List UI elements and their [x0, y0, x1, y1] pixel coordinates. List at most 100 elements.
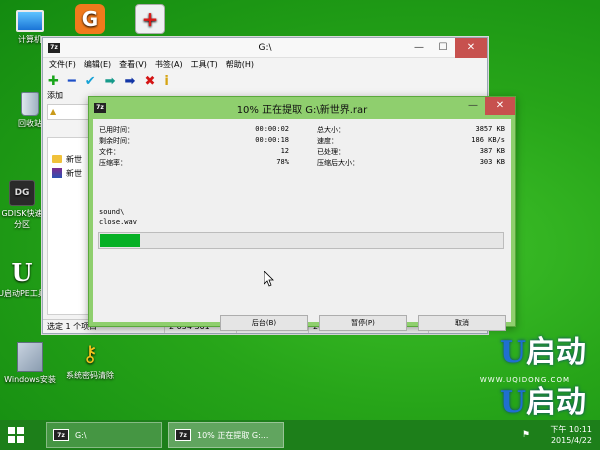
desktop-icon-label: 计算机: [18, 35, 42, 44]
u-boot-icon: U: [11, 258, 33, 287]
add-icon[interactable]: ✚: [48, 74, 59, 89]
dialog-title: 10% 正在提取 G:\新世界.rar: [236, 104, 368, 116]
start-button[interactable]: [8, 427, 24, 443]
stat-row: 已用时间： 00:00:02 总大小： 3857 KB: [99, 125, 509, 136]
taskbar-item-file-manager[interactable]: 7z G:\: [46, 422, 162, 448]
title-bar[interactable]: 7z G:\ — ☐ ✕: [43, 38, 487, 58]
brand-text: 启动: [526, 335, 586, 370]
desktop-icon-label: Windows安装: [4, 375, 56, 384]
brand-site: WWW.UQIDONG.COM: [479, 376, 570, 384]
menu-bookmarks[interactable]: 书签(A): [155, 58, 183, 72]
diskgenius-icon: G: [75, 4, 105, 34]
taskbar-item-label: 10% 正在提取 G:...: [197, 430, 269, 440]
desktop-icon-label: 系统密码清除: [66, 371, 114, 380]
background-button[interactable]: 后台(B): [220, 315, 308, 331]
desktop-icon-upe-tools[interactable]: U U启动PE工具: [0, 260, 46, 299]
current-folder: sound\: [99, 208, 125, 216]
dialog-window-controls: — ✕: [461, 97, 515, 117]
desktop-icon-password-clear[interactable]: ⚷ 系统密码清除: [58, 342, 122, 381]
desktop-icon-toolkit[interactable]: +: [118, 4, 182, 36]
menu-view[interactable]: 查看(V): [119, 58, 147, 72]
brand-text: 启动: [526, 385, 586, 420]
windows-logo-icon: [8, 427, 15, 434]
clock-date: 2015/4/22: [550, 436, 592, 445]
desktop-icon-label: GDISK快速分区: [1, 209, 43, 229]
delete-icon[interactable]: ✖: [144, 74, 155, 89]
ratio-value: 78%: [276, 158, 289, 166]
item-name: 新世: [66, 154, 82, 164]
windows-install-icon: [17, 342, 43, 372]
processed-value: 387 KB: [479, 147, 505, 155]
gdisk-icon: DG: [9, 180, 35, 206]
7zip-icon: 7z: [175, 429, 191, 441]
close-button[interactable]: ✕: [455, 38, 487, 58]
minimize-button[interactable]: —: [461, 97, 485, 115]
maximize-button[interactable]: ☐: [431, 38, 455, 58]
pause-button[interactable]: 暂停(P): [319, 315, 407, 331]
brand-u-mark: U: [499, 385, 526, 420]
test-icon[interactable]: ✔: [85, 74, 96, 89]
dialog-body: 已用时间： 00:00:02 总大小： 3857 KB 剩余时间： 00:00:…: [93, 119, 511, 331]
tray-icons: ⚑: [522, 430, 530, 440]
elapsed-value: 00:00:02: [255, 125, 289, 133]
current-file-info: sound\ close.wav: [99, 207, 137, 227]
speed-label: 速度：: [317, 137, 338, 145]
packed-label: 压缩后大小：: [317, 159, 359, 167]
current-file: close.wav: [99, 218, 137, 226]
desktop-icon-label: U启动PE工具: [0, 289, 46, 298]
brand-logo-top: U启动: [500, 336, 586, 370]
item-name: 新世: [66, 168, 82, 178]
desktop-icon-windows-install[interactable]: Windows安装: [0, 342, 62, 385]
menu-bar: 文件(F) 编辑(E) 查看(V) 书签(A) 工具(T) 帮助(H): [43, 58, 487, 72]
flag-icon[interactable]: ⚑: [522, 430, 530, 440]
desktop-icon-label: 回收站: [18, 119, 42, 128]
clock-time: 下午 10:11: [550, 425, 592, 434]
move-icon[interactable]: ➡: [125, 74, 136, 89]
system-clock[interactable]: 下午 10:11 2015/4/22: [550, 424, 592, 446]
ratio-label: 压缩率：: [99, 159, 127, 167]
window-controls: — ☐ ✕: [407, 38, 487, 58]
processed-label: 已处理：: [317, 148, 345, 156]
total-value: 3857 KB: [475, 125, 505, 133]
menu-edit[interactable]: 编辑(E): [84, 58, 111, 72]
desktop-icon-gdisk[interactable]: DG GDISK快速分区: [0, 180, 46, 230]
toolbar: ✚ ━ ✔ ➡ ➡ ✖ i: [43, 72, 487, 90]
brand-u-mark: U: [499, 335, 526, 370]
cancel-button[interactable]: 取消: [418, 315, 506, 331]
recycle-bin-icon: [21, 92, 39, 116]
dialog-title-bar[interactable]: 7z 10% 正在提取 G:\新世界.rar — ✕: [89, 97, 515, 119]
mouse-cursor-icon: [264, 271, 274, 287]
info-icon[interactable]: i: [164, 74, 168, 89]
folder-icon: [52, 155, 62, 163]
progress-fill: [100, 234, 140, 247]
speed-value: 186 KB/s: [471, 136, 505, 144]
taskbar: 7z G:\ 7z 10% 正在提取 G:... ⚑ 下午 10:11 2015…: [0, 420, 600, 450]
up-folder-icon[interactable]: ▲: [50, 105, 56, 119]
desktop-icon-diskgenius[interactable]: G: [58, 4, 122, 36]
files-value: 12: [280, 147, 289, 155]
remaining-label: 剩余时间：: [99, 137, 134, 145]
menu-file[interactable]: 文件(F): [49, 58, 76, 72]
elapsed-label: 已用时间：: [99, 126, 134, 134]
menu-tools[interactable]: 工具(T): [191, 58, 218, 72]
extract-progress-dialog: 7z 10% 正在提取 G:\新世界.rar — ✕ 已用时间： 00:00:0…: [88, 96, 516, 331]
stat-row: 剩余时间： 00:00:18 速度： 186 KB/s: [99, 136, 509, 147]
progress-bar: [98, 232, 504, 249]
packed-value: 303 KB: [479, 158, 505, 166]
7zip-icon: 7z: [53, 429, 69, 441]
total-label: 总大小：: [317, 126, 345, 134]
computer-icon: [16, 10, 44, 32]
brand-logo-bottom: U启动: [500, 386, 586, 420]
menu-help[interactable]: 帮助(H): [226, 58, 254, 72]
extract-icon[interactable]: ━: [68, 74, 76, 89]
stat-row: 文件： 12 已处理： 387 KB: [99, 147, 509, 158]
remaining-value: 00:00:18: [255, 136, 289, 144]
taskbar-item-label: G:\: [75, 430, 87, 440]
copy-icon[interactable]: ➡: [105, 74, 116, 89]
rar-archive-icon: [52, 168, 62, 178]
minimize-button[interactable]: —: [407, 38, 431, 58]
taskbar-item-extract[interactable]: 7z 10% 正在提取 G:...: [168, 422, 284, 448]
toolkit-icon: +: [135, 4, 165, 34]
close-button[interactable]: ✕: [485, 97, 515, 115]
key-icon: ⚷: [81, 342, 99, 367]
